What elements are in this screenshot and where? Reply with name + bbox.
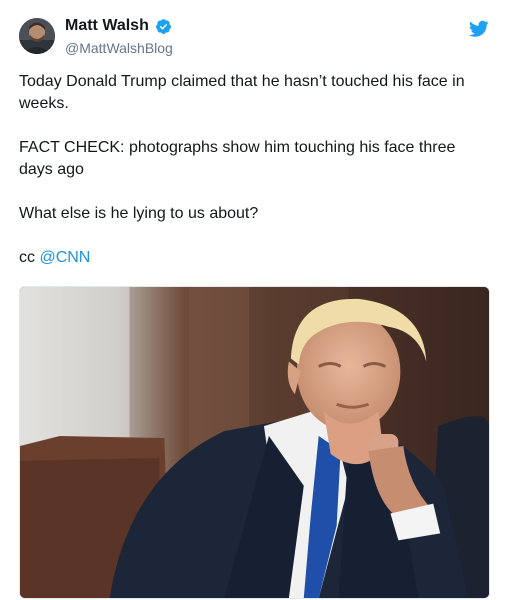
verified-badge-icon [155, 18, 171, 34]
tweet-text: Today Donald Trump claimed that he hasn’… [19, 71, 489, 269]
author-handle[interactable]: @MattWalshBlog [65, 40, 173, 56]
tweet-paragraph: Today Donald Trump claimed that he hasn’… [19, 73, 465, 112]
tweet-card: Matt Walsh @MattWalshBlog Today Donald T… [0, 0, 509, 600]
tweet-cc-line: cc @CNN [19, 247, 489, 269]
author-display-name[interactable]: Matt Walsh [65, 17, 149, 35]
avatar-photo-icon [19, 18, 55, 54]
twitter-bird-icon[interactable] [469, 20, 489, 38]
author-name-row: Matt Walsh [65, 17, 172, 35]
author-avatar[interactable] [19, 18, 55, 54]
cnn-mention-link[interactable]: @CNN [39, 249, 90, 266]
tweet-paragraph: What else is he lying to us about? [19, 205, 259, 222]
cc-prefix: cc [19, 249, 40, 266]
tweet-paragraph: FACT CHECK: photographs show him touchin… [19, 139, 456, 178]
man-with-hand-on-chin-photo-icon [20, 287, 489, 598]
tweet-photo[interactable] [19, 286, 490, 599]
